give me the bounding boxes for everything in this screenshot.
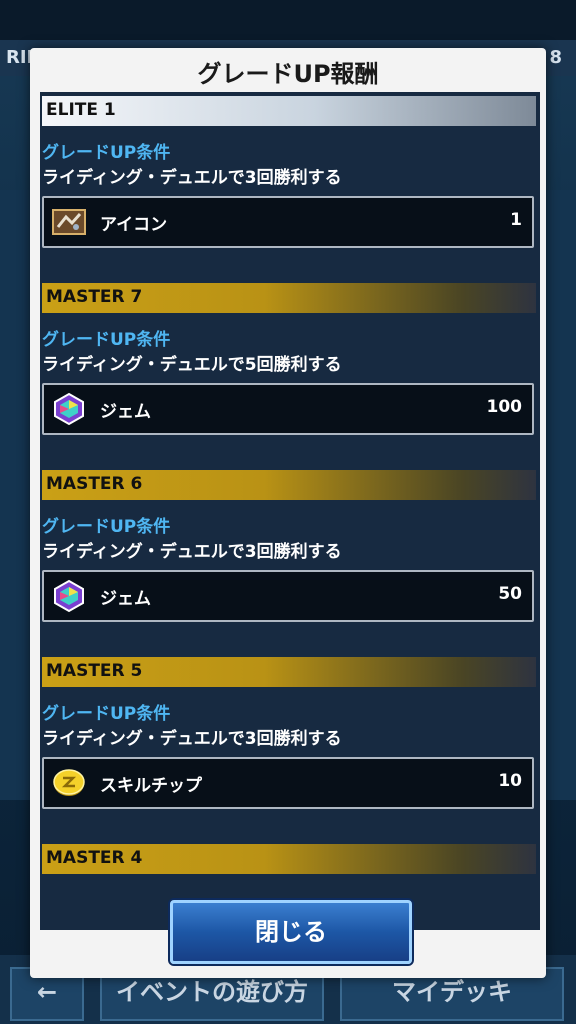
background-header-right: 8 [549,47,562,68]
skill-chip-icon [52,766,86,800]
close-button[interactable]: 閉じる [170,900,412,964]
reward-name: ジェム [100,589,151,609]
gem-icon [52,579,86,613]
condition-text: ライディング・デュエルで5回勝利する [42,355,342,375]
gem-icon [52,392,86,426]
grade-header: ELITE 1 [42,96,536,126]
modal-title-bar: グレードUP報酬 [30,48,546,92]
background-right-panel [546,190,576,800]
grade-label: ELITE 1 [46,100,116,120]
reward-name: アイコン [100,215,168,235]
condition-title: グレードUP条件 [42,330,171,350]
grade-header: MASTER 5 [42,657,536,687]
icon-card-icon [52,205,86,239]
condition-title: グレードUP条件 [42,517,171,537]
grade-label: MASTER 4 [46,848,143,868]
reward-name: スキルチップ [100,776,202,796]
reward-item: アイコン 1 [42,196,534,248]
reward-item: ジェム 100 [42,383,534,435]
status-bar-area [0,0,576,40]
grade-label: MASTER 7 [46,287,143,307]
reward-name: ジェム [100,402,151,422]
reward-quantity: 1 [510,210,522,230]
modal-title: グレードUP報酬 [197,60,379,88]
grade-label: MASTER 5 [46,661,143,681]
reward-quantity: 50 [498,584,522,604]
grade-up-reward-modal: グレードUP報酬 ELITE 1 グレードUP条件 ライディング・デュエルで3回… [30,48,546,978]
grade-label: MASTER 6 [46,474,143,494]
condition-title: グレードUP条件 [42,704,171,724]
grade-header: MASTER 6 [42,470,536,500]
reward-list[interactable]: ELITE 1 グレードUP条件 ライディング・デュエルで3回勝利する アイコン… [40,92,540,930]
condition-text: ライディング・デュエルで3回勝利する [42,542,342,562]
reward-quantity: 100 [486,397,523,417]
grade-header: MASTER 4 [42,844,536,874]
background-left-panel [0,190,30,800]
reward-item: スキルチップ 10 [42,757,534,809]
reward-item: ジェム 50 [42,570,534,622]
condition-title: グレードUP条件 [42,143,171,163]
grade-header: MASTER 7 [42,283,536,313]
reward-quantity: 10 [498,771,522,791]
condition-text: ライディング・デュエルで3回勝利する [42,729,342,749]
condition-text: ライディング・デュエルで3回勝利する [42,168,342,188]
